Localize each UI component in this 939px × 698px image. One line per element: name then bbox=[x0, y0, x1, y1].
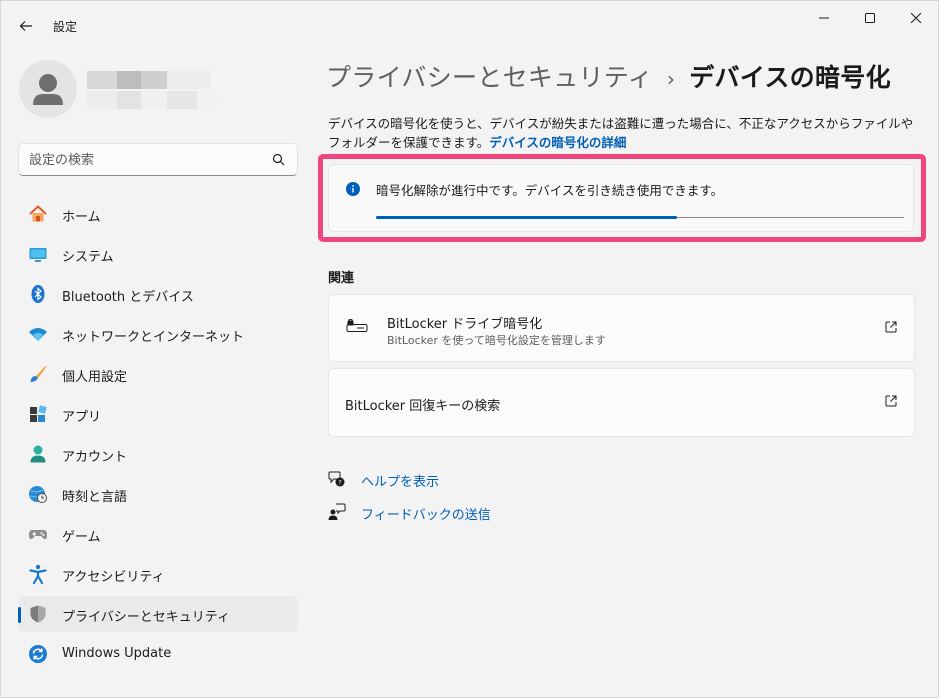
breadcrumb-parent[interactable]: プライバシーとセキュリティ bbox=[326, 63, 653, 92]
app-title: 設定 bbox=[53, 20, 78, 34]
sidebar-item-accessibility[interactable]: アクセシビリティ bbox=[18, 556, 298, 592]
sidebar-item-label: Bluetooth とデバイス bbox=[62, 290, 194, 305]
get-help-link[interactable]: ヘルプを表示 bbox=[361, 471, 439, 490]
feedback-icon bbox=[328, 503, 346, 520]
title-bar: 設定 bbox=[1, 1, 938, 41]
sidebar-item-label: アプリ bbox=[62, 410, 102, 425]
card-subtitle: BitLocker を使って暗号化設定を管理します bbox=[387, 334, 606, 347]
minimize-icon bbox=[819, 17, 829, 19]
sidebar-item-label: Windows Update bbox=[62, 646, 172, 661]
close-button[interactable] bbox=[893, 1, 939, 35]
card-title: BitLocker ドライブ暗号化 bbox=[387, 317, 543, 332]
info-icon bbox=[346, 182, 360, 196]
sidebar-item-network[interactable]: ネットワークとインターネット bbox=[18, 316, 298, 352]
sidebar-item-accounts[interactable]: アカウント bbox=[18, 436, 298, 472]
apps-icon bbox=[28, 404, 48, 424]
card-title: BitLocker 回復キーの検索 bbox=[345, 399, 501, 414]
drive-lock-icon bbox=[346, 319, 368, 332]
home-icon bbox=[28, 204, 48, 224]
page-description: デバイスの暗号化を使うと、デバイスが紛失または盗難に遭った場合に、不正なアクセス… bbox=[328, 114, 918, 152]
sidebar-item-label: 個人用設定 bbox=[62, 370, 128, 385]
avatar[interactable] bbox=[19, 60, 77, 118]
breadcrumb-separator: › bbox=[666, 67, 676, 91]
sidebar-item-label: システム bbox=[62, 250, 114, 265]
profile-name-redacted bbox=[87, 69, 227, 113]
open-external-icon bbox=[885, 321, 897, 333]
sidebar-item-gaming[interactable]: ゲーム bbox=[18, 516, 298, 552]
search-box[interactable] bbox=[18, 143, 298, 176]
sidebar-item-privacy-security[interactable]: プライバシーとセキュリティ bbox=[18, 596, 298, 632]
sidebar-nav: ホーム システム Bluetooth とデバイス ネットワークとインターネット … bbox=[18, 196, 298, 676]
close-icon bbox=[911, 13, 921, 23]
bluetooth-icon bbox=[28, 284, 48, 304]
brush-icon bbox=[28, 364, 48, 384]
open-external-icon bbox=[885, 395, 897, 407]
gamepad-icon bbox=[28, 524, 48, 544]
sidebar-item-system[interactable]: システム bbox=[18, 236, 298, 272]
bitlocker-recovery-key-card[interactable]: BitLocker 回復キーの検索 bbox=[328, 368, 915, 437]
search-icon[interactable] bbox=[272, 153, 285, 166]
sidebar-item-label: ゲーム bbox=[62, 530, 101, 545]
decryption-status-card: 暗号化解除が進行中です。デバイスを引き続き使用できます。 bbox=[328, 164, 914, 232]
progress-bar bbox=[376, 216, 904, 219]
maximize-icon bbox=[865, 13, 875, 23]
person-icon bbox=[28, 444, 48, 464]
settings-window: 設定 ホーム bbox=[0, 0, 939, 698]
sidebar-item-label: 時刻と言語 bbox=[62, 490, 128, 505]
person-silhouette-icon bbox=[33, 74, 63, 105]
monitor-icon bbox=[28, 244, 48, 264]
sidebar-item-personalization[interactable]: 個人用設定 bbox=[18, 356, 298, 392]
sidebar-item-label: ホーム bbox=[62, 210, 101, 225]
related-section-title: 関連 bbox=[328, 271, 355, 286]
minimize-button[interactable] bbox=[801, 1, 847, 35]
update-icon bbox=[28, 644, 48, 664]
sidebar-item-home[interactable]: ホーム bbox=[18, 196, 298, 232]
help-chat-icon: ? bbox=[328, 471, 345, 487]
search-input[interactable] bbox=[29, 150, 269, 170]
feedback-link[interactable]: フィードバックの送信 bbox=[361, 504, 491, 523]
shield-icon bbox=[28, 604, 48, 624]
sidebar-item-label: アカウント bbox=[62, 450, 128, 465]
sidebar-item-apps[interactable]: アプリ bbox=[18, 396, 298, 432]
sidebar-item-label: アクセシビリティ bbox=[62, 570, 165, 585]
clock-globe-icon bbox=[28, 484, 48, 504]
sidebar-item-bluetooth[interactable]: Bluetooth とデバイス bbox=[18, 276, 298, 312]
sidebar-item-label: プライバシーとセキュリティ bbox=[62, 610, 230, 625]
breadcrumb: プライバシーとセキュリティ › デバイスの暗号化 bbox=[326, 58, 891, 94]
back-button[interactable] bbox=[11, 11, 41, 41]
sidebar-item-windows-update[interactable]: Windows Update bbox=[18, 636, 298, 672]
sidebar-item-time-language[interactable]: 時刻と言語 bbox=[18, 476, 298, 512]
page-title: デバイスの暗号化 bbox=[689, 63, 891, 92]
progress-fill bbox=[376, 216, 677, 219]
bitlocker-drive-encryption-card[interactable]: BitLocker ドライブ暗号化 BitLocker を使って暗号化設定を管理… bbox=[328, 294, 915, 362]
wifi-icon bbox=[28, 324, 48, 344]
status-message: 暗号化解除が進行中です。デバイスを引き続き使用できます。 bbox=[376, 183, 724, 198]
maximize-button[interactable] bbox=[847, 1, 893, 35]
svg-text:?: ? bbox=[338, 479, 341, 487]
sidebar-item-label: ネットワークとインターネット bbox=[62, 330, 245, 345]
learn-more-link[interactable]: デバイスの暗号化の詳細 bbox=[489, 135, 626, 150]
accessibility-icon bbox=[28, 564, 48, 584]
arrow-left-icon bbox=[19, 21, 32, 31]
